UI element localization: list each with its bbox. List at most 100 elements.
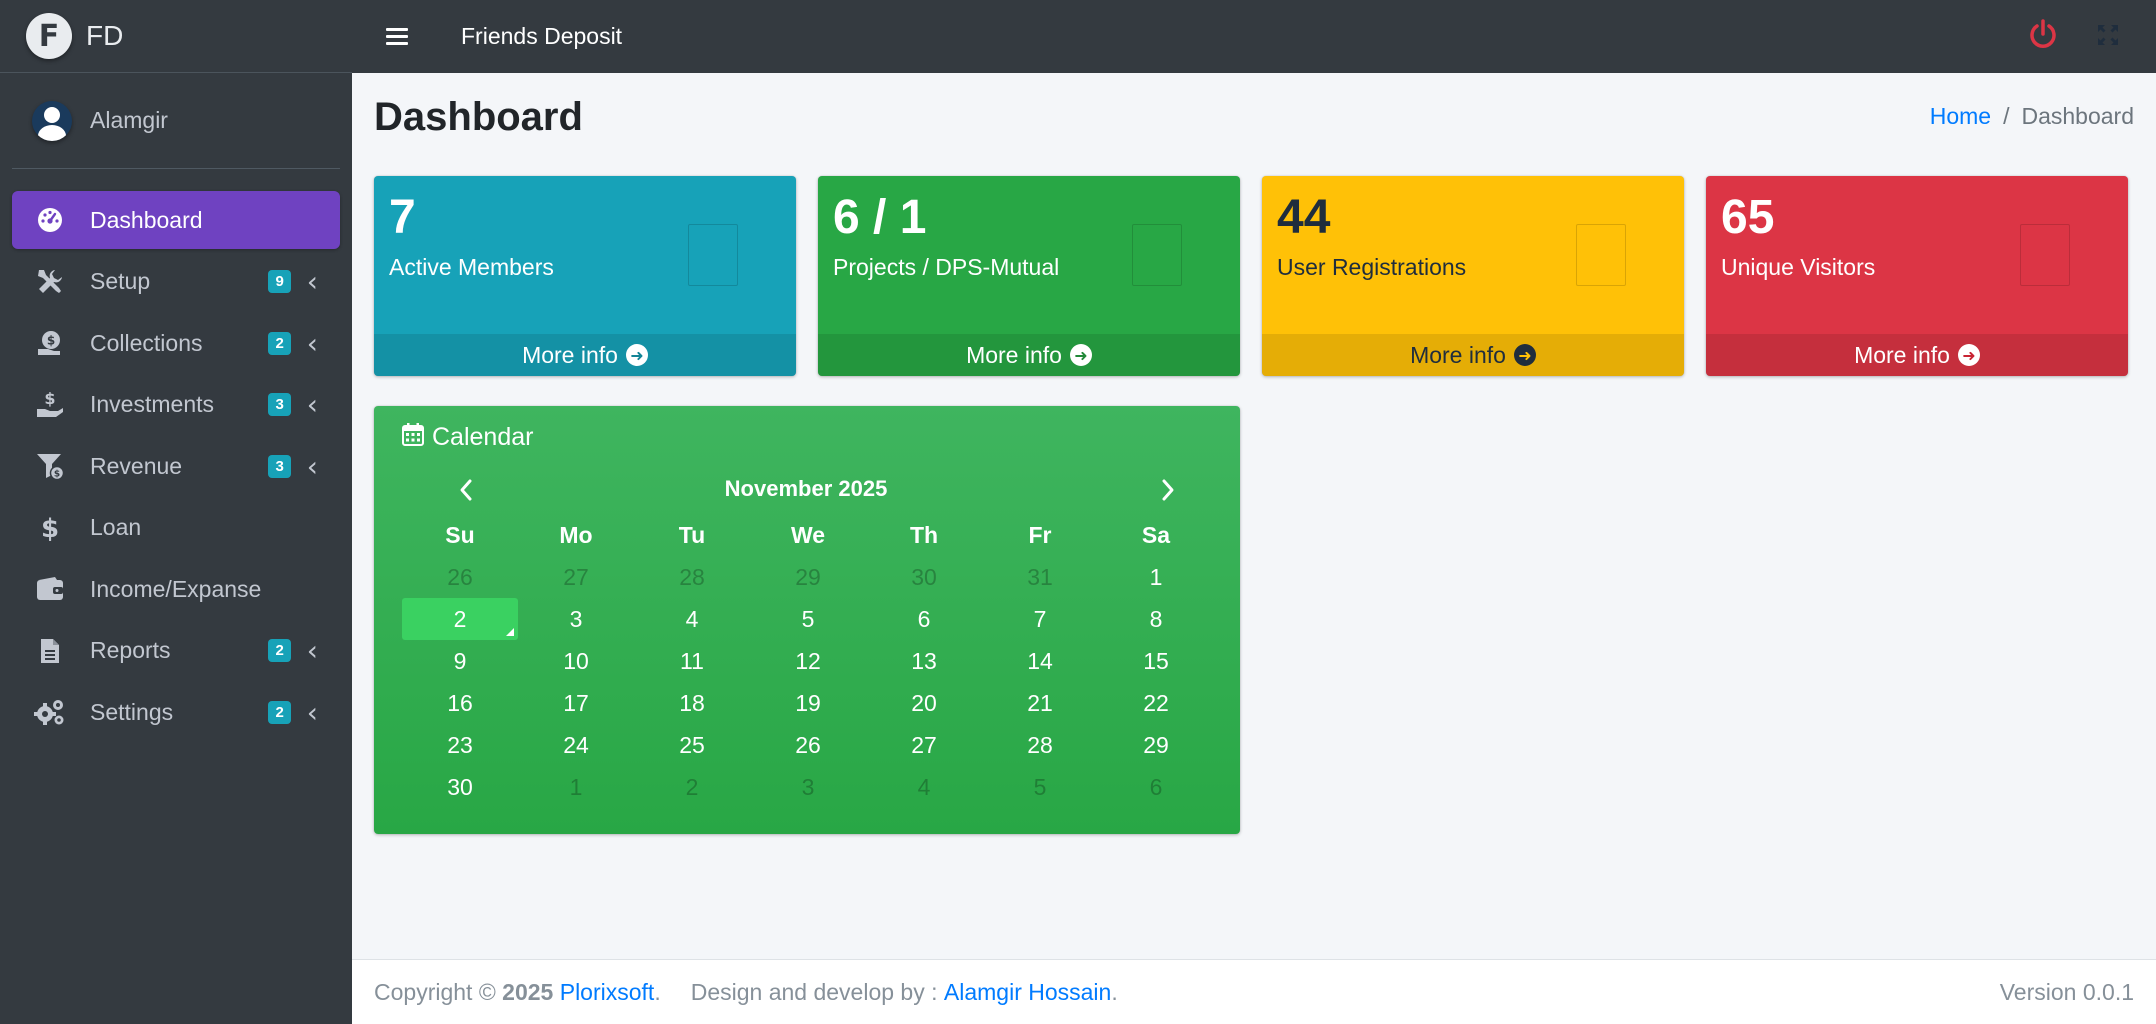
- user-name[interactable]: Alamgir: [90, 107, 168, 134]
- sidebar-item-setup[interactable]: Setup 9 ‹: [12, 253, 340, 311]
- user-panel[interactable]: Alamgir: [12, 73, 340, 169]
- calendar-day[interactable]: 11: [634, 640, 750, 682]
- calendar-day[interactable]: 26: [750, 724, 866, 766]
- calendar-day[interactable]: 8: [1098, 598, 1214, 640]
- calendar-day[interactable]: 16: [402, 682, 518, 724]
- calendar-day-today[interactable]: 2: [402, 598, 518, 640]
- chevron-left-icon: ‹: [306, 388, 318, 421]
- sidebar-item-income-expanse[interactable]: Income/Expanse: [12, 560, 340, 618]
- more-info-link[interactable]: More info ➜: [818, 334, 1240, 376]
- sidebar-item-revenue[interactable]: $ Revenue 3 ‹: [12, 437, 340, 495]
- menu-toggle-icon[interactable]: [386, 24, 408, 49]
- sidebar-item-label: Setup: [90, 268, 151, 294]
- calendar-day[interactable]: 24: [518, 724, 634, 766]
- power-icon[interactable]: [2028, 18, 2058, 57]
- calendar-day[interactable]: 6: [1098, 766, 1214, 808]
- sidebar-item-label: Settings: [90, 698, 174, 725]
- calendar-day[interactable]: 6: [866, 598, 982, 640]
- developer-link[interactable]: Alamgir Hossain: [944, 979, 1111, 1006]
- calendar-day[interactable]: 7: [982, 598, 1098, 640]
- calendar-day[interactable]: 27: [518, 556, 634, 598]
- sidebar-item-label: Collections: [90, 329, 203, 356]
- calendar-day[interactable]: 4: [866, 766, 982, 808]
- fullscreen-icon[interactable]: [2096, 23, 2120, 52]
- calendar-day[interactable]: 14: [982, 640, 1098, 682]
- calendar-day[interactable]: 19: [750, 682, 866, 724]
- calendar-day[interactable]: 28: [634, 556, 750, 598]
- calendar-day[interactable]: 15: [1098, 640, 1214, 682]
- breadcrumb-current: Dashboard: [2021, 103, 2134, 129]
- calendar-day[interactable]: 18: [634, 682, 750, 724]
- sidebar-item-settings[interactable]: Settings 2 ‹: [12, 683, 340, 741]
- calendar-day[interactable]: 4: [634, 598, 750, 640]
- stat-icon: [1576, 224, 1626, 286]
- svg-text:$: $: [44, 391, 55, 408]
- calendar-day[interactable]: 5: [750, 598, 866, 640]
- sidebar-item-label: Revenue: [90, 452, 183, 479]
- calendar-day[interactable]: 21: [982, 682, 1098, 724]
- calendar-day[interactable]: 17: [518, 682, 634, 724]
- weekday-label: We: [790, 521, 826, 548]
- chevron-left-icon: ‹: [306, 265, 318, 298]
- weekday-label: Fr: [1028, 521, 1052, 548]
- calendar-day[interactable]: 22: [1098, 682, 1214, 724]
- cogs-icon: [34, 697, 66, 727]
- copyright-year: 2025: [502, 978, 554, 1005]
- calendar-day[interactable]: 3: [750, 766, 866, 808]
- breadcrumb-home[interactable]: Home: [1930, 103, 1991, 129]
- chevron-left-icon: ‹: [306, 695, 318, 729]
- calendar-day[interactable]: 3: [518, 598, 634, 640]
- arrow-circle-right-icon: ➜: [625, 344, 648, 366]
- more-info-link[interactable]: More info ➜: [1262, 334, 1684, 376]
- sidebar-item-investments[interactable]: $ Investments 3 ‹: [12, 376, 340, 434]
- stat-box-unique-visitors: 65 Unique Visitors More info ➜: [1706, 176, 2128, 376]
- calendar-day[interactable]: 28: [982, 724, 1098, 766]
- tachometer-icon: [34, 205, 66, 235]
- calendar-day[interactable]: 30: [866, 556, 982, 598]
- chevron-left-icon: ‹: [306, 449, 318, 483]
- calendar-day[interactable]: 26: [402, 556, 518, 598]
- calendar-day[interactable]: 1: [1098, 556, 1214, 598]
- breadcrumb-separator: /: [2003, 103, 2010, 129]
- calendar-day[interactable]: 20: [866, 682, 982, 724]
- chevron-right-icon[interactable]: [1150, 472, 1186, 508]
- calendar-day[interactable]: 31: [982, 556, 1098, 598]
- calendar-day[interactable]: 12: [750, 640, 866, 682]
- funnel-dollar-icon: $: [34, 451, 66, 481]
- sidebar-item-dashboard[interactable]: Dashboard: [12, 191, 340, 249]
- company-link[interactable]: Plorixsoft: [560, 979, 655, 1006]
- calendar-day[interactable]: 13: [866, 640, 982, 682]
- calendar-month[interactable]: November 2025: [402, 476, 1210, 502]
- sidebar-item-loan[interactable]: $ Loan: [12, 499, 340, 557]
- calendar-day[interactable]: 30: [402, 766, 518, 808]
- copyright-text: Copyright ©: [374, 978, 496, 1005]
- calendar-day[interactable]: 29: [750, 556, 866, 598]
- main-footer: Copyright © 2025 Plorixsoft. Design and …: [352, 959, 2156, 1024]
- app-title[interactable]: Friends Deposit: [461, 23, 622, 50]
- sidebar-item-collections[interactable]: $ Collections 2 ‹: [12, 314, 340, 372]
- calendar-day[interactable]: 23: [402, 724, 518, 766]
- calendar-day[interactable]: 2: [634, 766, 750, 808]
- calendar-day[interactable]: 27: [866, 724, 982, 766]
- brand-link[interactable]: F FD: [0, 0, 352, 73]
- calendar-week-row: 30 1 2 3 4 5 6: [402, 766, 1214, 808]
- stat-icon: [2020, 224, 2070, 286]
- sidebar: F FD Alamgir Dashboard Setup 9 ‹ $ Collection…: [0, 0, 352, 1024]
- calendar-day[interactable]: 10: [518, 640, 634, 682]
- calendar-day[interactable]: 29: [1098, 724, 1214, 766]
- sidebar-nav: Dashboard Setup 9 ‹ $ Collections 2 ‹ $ Investmen…: [0, 191, 352, 741]
- calendar-day[interactable]: 5: [982, 766, 1098, 808]
- more-info-link[interactable]: More info ➜: [1706, 334, 2128, 376]
- chevron-left-icon: ‹: [306, 326, 318, 360]
- calendar-day[interactable]: 9: [402, 640, 518, 682]
- version-text: Version 0.0.1: [1999, 978, 2134, 1005]
- calendar-icon: [402, 422, 424, 453]
- more-info-link[interactable]: More info ➜: [374, 334, 796, 376]
- calendar-grid: Su Mo Tu We Th Fr Sa 26 27 28 29 30 31 1 2 3 4 5 6 7 8 9 10 11 1…: [402, 514, 1214, 808]
- arrow-circle-right-icon: ➜: [1957, 344, 1980, 366]
- design-credit-text: Design and develop by :: [690, 978, 938, 1005]
- calendar-week-row: 16 17 18 19 20 21 22: [402, 682, 1214, 724]
- calendar-day[interactable]: 25: [634, 724, 750, 766]
- calendar-day[interactable]: 1: [518, 766, 634, 808]
- sidebar-item-reports[interactable]: Reports 2 ‹: [12, 622, 340, 680]
